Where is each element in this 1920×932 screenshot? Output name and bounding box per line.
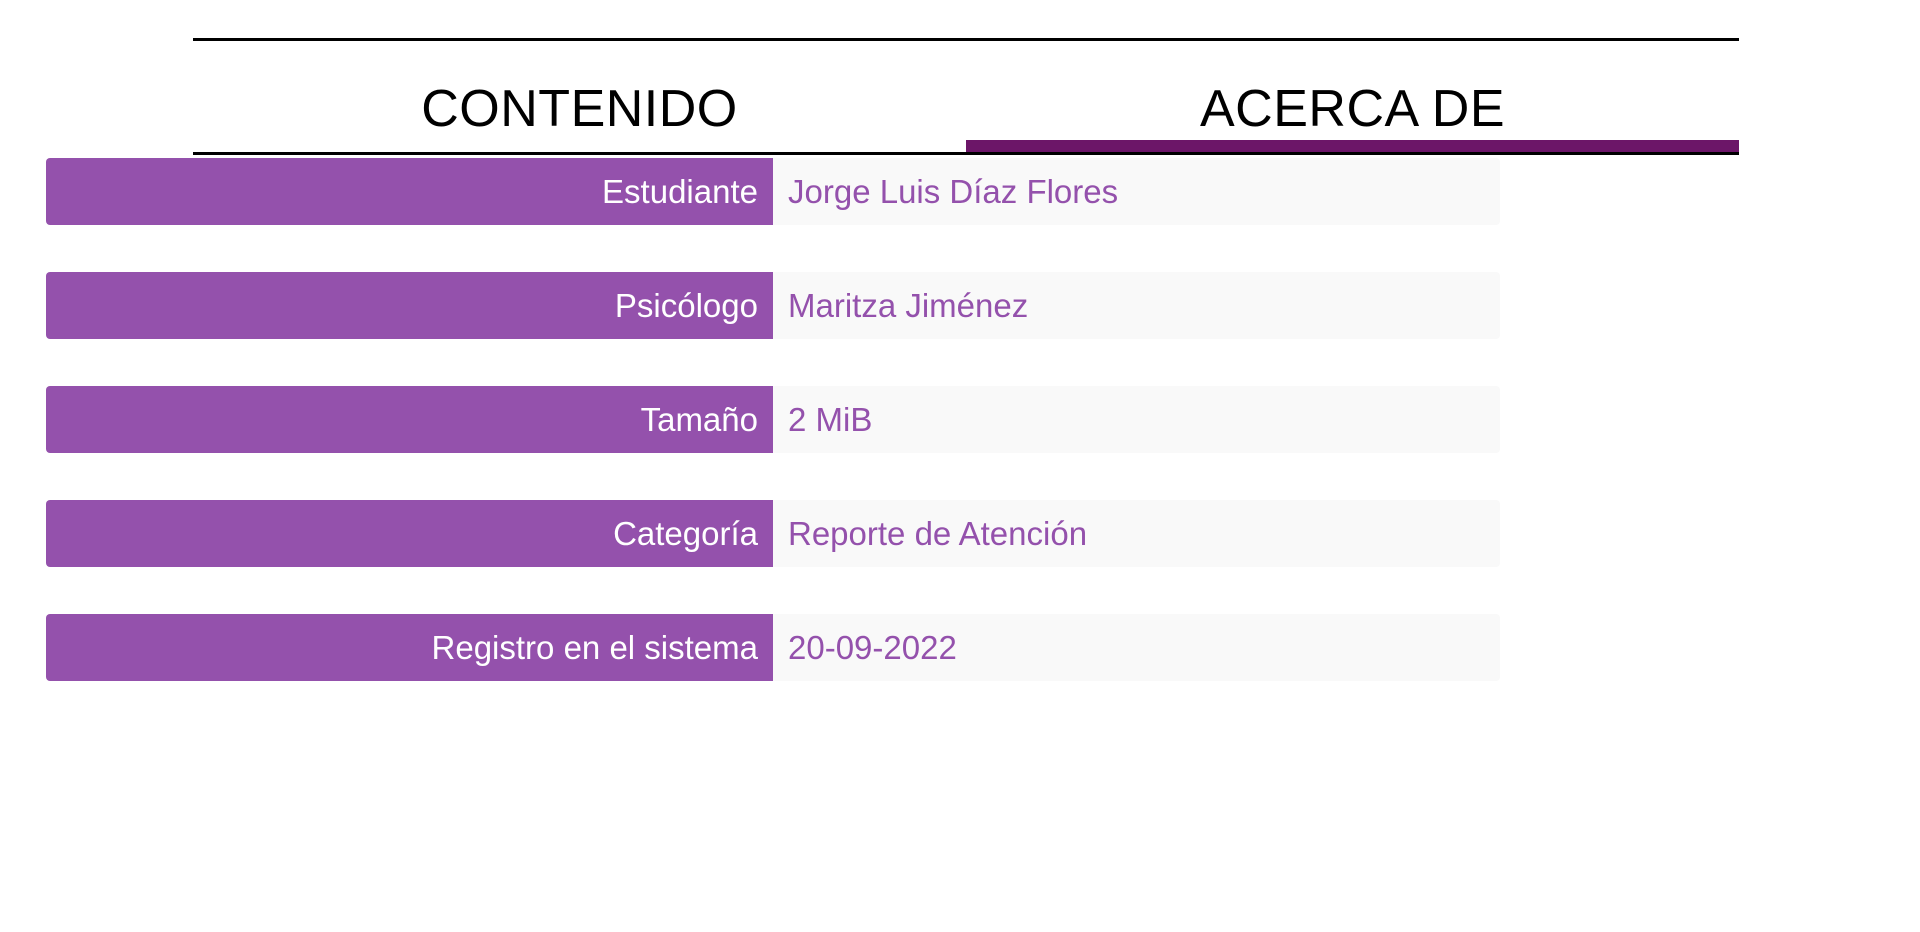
detail-row-registro: Registro en el sistema 20-09-2022 (46, 614, 1500, 681)
detail-label: Psicólogo (46, 272, 773, 339)
tab-acerca-de[interactable]: ACERCA DE (966, 41, 1739, 152)
detail-label: Tamaño (46, 386, 773, 453)
detail-label: Estudiante (46, 158, 773, 225)
tab-contenido-label: CONTENIDO (421, 80, 738, 138)
detail-row-tamano: Tamaño 2 MiB (46, 386, 1500, 453)
detail-label: Categoría (46, 500, 773, 567)
details-list: Estudiante Jorge Luis Díaz Flores Psicól… (46, 158, 1500, 728)
tab-panel: CONTENIDO ACERCA DE (193, 38, 1739, 155)
detail-row-psicologo: Psicólogo Maritza Jiménez (46, 272, 1500, 339)
tab-bar: CONTENIDO ACERCA DE (193, 41, 1739, 155)
detail-row-estudiante: Estudiante Jorge Luis Díaz Flores (46, 158, 1500, 225)
detail-value: 2 MiB (773, 386, 1500, 453)
detail-value: Reporte de Atención (773, 500, 1500, 567)
detail-value: 20-09-2022 (773, 614, 1500, 681)
detail-label: Registro en el sistema (46, 614, 773, 681)
detail-row-categoria: Categoría Reporte de Atención (46, 500, 1500, 567)
detail-value: Jorge Luis Díaz Flores (773, 158, 1500, 225)
tab-contenido[interactable]: CONTENIDO (193, 41, 966, 152)
tab-acerca-de-label: ACERCA DE (1199, 80, 1506, 138)
detail-value: Maritza Jiménez (773, 272, 1500, 339)
